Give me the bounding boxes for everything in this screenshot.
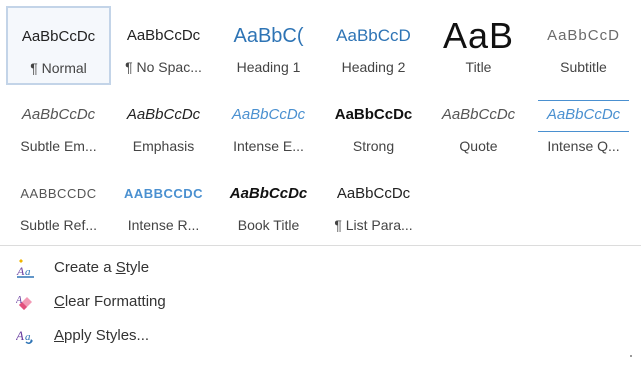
create-a-style-label: Create a Style xyxy=(54,259,150,276)
style-name: Subtle Em... xyxy=(20,138,97,154)
style-tile-subtle-emphasis[interactable]: AaBbCcDc Subtle Em... xyxy=(6,85,111,164)
apply-styles-label: Apply Styles... xyxy=(54,327,150,344)
style-name: Intense Q... xyxy=(547,138,620,154)
resize-grip-icon[interactable] xyxy=(629,354,633,358)
menu-divider xyxy=(0,245,641,246)
style-sample: AaBbCcDc xyxy=(126,106,201,123)
style-tile-title[interactable]: AaB Title xyxy=(426,6,531,85)
style-tile-strong[interactable]: AaBbCcDc Strong xyxy=(321,85,426,164)
style-sample: AaBbCcD xyxy=(336,26,411,45)
style-tile-normal[interactable]: AaBbCcDc ¶ Normal xyxy=(6,6,111,85)
style-tile-heading-2[interactable]: AaBbCcD Heading 2 xyxy=(321,6,426,85)
style-tile-subtitle[interactable]: AaBbCcD Subtitle xyxy=(531,6,636,85)
svg-text:A: A xyxy=(16,264,25,278)
style-sample: AaBbCcDc xyxy=(336,185,411,202)
apply-styles-icon: A a xyxy=(15,326,36,346)
style-tile-heading-1[interactable]: AaBbC( Heading 1 xyxy=(216,6,321,85)
style-name: Book Title xyxy=(237,217,300,233)
style-name: Subtitle xyxy=(560,59,607,75)
styles-gallery: AaBbCcDc ¶ Normal AaBbCcDc ¶ No Spac... … xyxy=(6,6,636,242)
style-name: Strong xyxy=(352,138,395,154)
style-tile-list-paragraph[interactable]: AaBbCcDc ¶ List Para... xyxy=(321,164,426,243)
style-tile-quote[interactable]: AaBbCcDc Quote xyxy=(426,85,531,164)
style-tile-no-spacing[interactable]: AaBbCcDc ¶ No Spac... xyxy=(111,6,216,85)
style-sample: AaBbCcDc xyxy=(546,106,621,123)
create-style-icon: A a xyxy=(16,258,36,278)
clear-formatting-menu-item[interactable]: A Clear Formatting xyxy=(10,288,310,316)
style-name: ¶ Normal xyxy=(30,60,87,76)
style-tile-book-title[interactable]: AaBbCcDc Book Title xyxy=(216,164,321,243)
style-sample: AaBbCcDc xyxy=(126,27,201,44)
style-name: Title xyxy=(465,59,492,75)
style-tile-intense-emphasis[interactable]: AaBbCcDc Intense E... xyxy=(216,85,321,164)
style-tile-subtle-reference[interactable]: AaBbCcDc Subtle Ref... xyxy=(6,164,111,243)
eraser-icon: A xyxy=(15,292,36,312)
style-name: ¶ List Para... xyxy=(334,217,413,233)
create-a-style-menu-item[interactable]: A a Create a Style xyxy=(10,254,310,282)
style-sample: AaBbCcDc xyxy=(441,106,516,123)
apply-styles-menu-item[interactable]: A a Apply Styles... xyxy=(10,322,310,350)
style-tile-intense-reference[interactable]: AaBbCcDc Intense R... xyxy=(111,164,216,243)
style-sample: AaBbCcDc xyxy=(21,106,96,123)
style-name: Intense E... xyxy=(233,138,304,154)
clear-formatting-label: Clear Formatting xyxy=(54,293,166,310)
style-name: Emphasis xyxy=(132,138,195,154)
style-name: Heading 2 xyxy=(341,59,406,75)
style-sample: AaBbCcDc xyxy=(123,186,204,201)
style-name: ¶ No Spac... xyxy=(125,59,202,75)
svg-text:a: a xyxy=(25,331,31,343)
style-tile-intense-quote[interactable]: AaBbCcDc Intense Q... xyxy=(531,85,636,164)
svg-text:A: A xyxy=(16,295,23,306)
style-name: Subtle Ref... xyxy=(19,217,98,233)
svg-text:A: A xyxy=(16,328,24,343)
style-sample: AaBbCcDc xyxy=(334,106,413,123)
style-name: Quote xyxy=(459,138,498,154)
style-sample: AaBbC( xyxy=(233,25,304,47)
styles-gallery-dropdown: AaBbCcDc ¶ Normal AaBbCcDc ¶ No Spac... … xyxy=(0,0,641,366)
style-sample: AaBbCcD xyxy=(547,27,620,44)
style-sample: AaBbCcDc xyxy=(229,185,308,202)
style-sample: AaBbCcDc xyxy=(20,186,97,201)
style-name: Intense R... xyxy=(127,217,200,233)
svg-text:a: a xyxy=(25,266,31,278)
style-tile-emphasis[interactable]: AaBbCcDc Emphasis xyxy=(111,85,216,164)
style-name: Heading 1 xyxy=(236,59,301,75)
style-sample: AaB xyxy=(442,21,515,51)
style-sample: AaBbCcDc xyxy=(21,28,96,45)
style-sample: AaBbCcDc xyxy=(231,106,306,123)
